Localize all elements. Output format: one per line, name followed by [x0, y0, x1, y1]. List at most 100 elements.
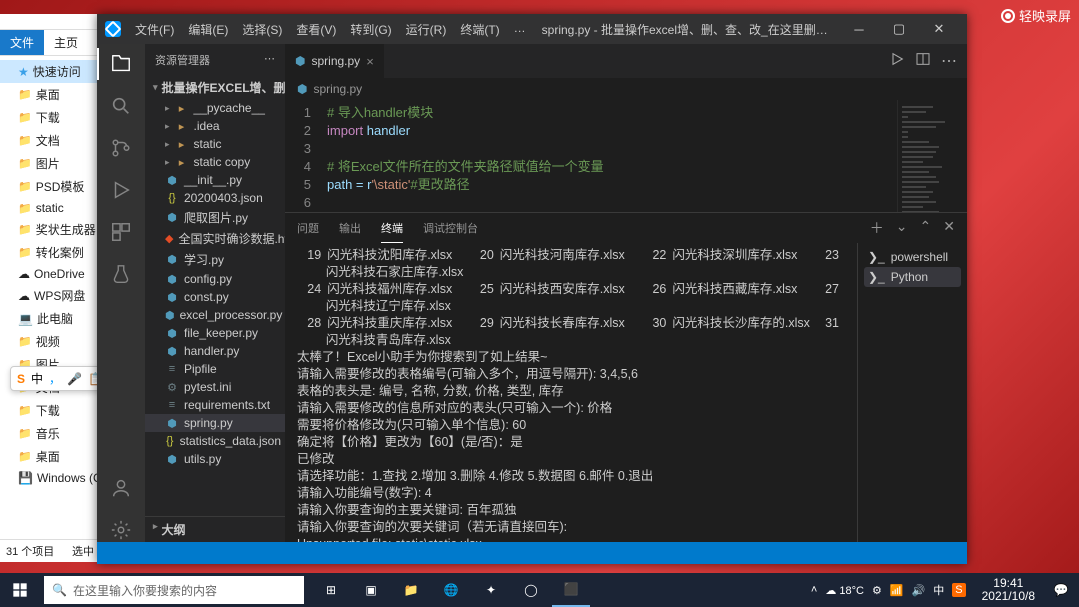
file-item[interactable]: {}statistics_data.json [145, 432, 285, 450]
breadcrumb[interactable]: ⬢ spring.py [285, 78, 967, 100]
file-item[interactable]: ⬢spring.py [145, 414, 285, 432]
file-item[interactable]: ▸▸static [145, 135, 285, 153]
vscode-titlebar[interactable]: 文件(F) 编辑(E) 选择(S) 查看(V) 转到(G) 运行(R) 终端(T… [97, 14, 967, 44]
edge-icon[interactable]: 🌐 [432, 573, 470, 607]
this-pc[interactable]: 💻 此电脑 [0, 307, 100, 330]
task-view-icon[interactable]: ⊞ [312, 573, 350, 607]
file-item[interactable]: ⬢handler.py [145, 342, 285, 360]
terminal[interactable]: 19闪光科技沈阳库存.xlsx20闪光科技河南库存.xlsx22闪光科技深圳库存… [285, 243, 857, 542]
menu-file[interactable]: 文件(F) [129, 21, 180, 38]
file-item[interactable]: ⬢config.py [145, 270, 285, 288]
quick-access[interactable]: 快速访问 [0, 60, 100, 83]
ime-lang[interactable]: 中 [31, 370, 43, 387]
wps-drive[interactable]: ☁ WPS网盘 [0, 284, 100, 307]
split-editor-icon[interactable] [915, 51, 931, 72]
explorer-item[interactable]: 下载 [0, 106, 100, 129]
menu-edit[interactable]: 编辑(E) [182, 21, 234, 38]
file-item[interactable]: {}20200403.json [145, 189, 285, 207]
menu-view[interactable]: 查看(V) [290, 21, 342, 38]
menu-terminal[interactable]: 终端(T) [454, 21, 505, 38]
taskbar-app-icon[interactable]: ▣ [352, 573, 390, 607]
maximize-button[interactable]: ▢ [879, 14, 919, 44]
explorer-pc-item[interactable]: 视频 [0, 330, 100, 353]
explorer-pc-item[interactable]: 💾 Windows (C [0, 468, 100, 488]
testing-icon[interactable] [109, 262, 133, 286]
extensions-icon[interactable] [109, 220, 133, 244]
menu-go[interactable]: 转到(G) [344, 21, 397, 38]
tray-ime-icon[interactable]: 中 [933, 582, 944, 598]
menu-run[interactable]: 运行(R) [400, 21, 453, 38]
explorer-item[interactable]: static [0, 198, 100, 218]
explorer-icon[interactable] [109, 52, 133, 76]
settings-icon[interactable] [109, 518, 133, 542]
search-icon[interactable] [109, 94, 133, 118]
file-item[interactable]: ≡requirements.txt [145, 396, 285, 414]
close-button[interactable]: ✕ [919, 14, 959, 44]
minimap[interactable] [897, 100, 967, 212]
account-icon[interactable] [109, 476, 133, 500]
maximize-panel-icon[interactable]: ⌃ [920, 212, 932, 244]
run-icon[interactable] [889, 51, 905, 72]
chrome-icon[interactable]: ◯ [512, 573, 550, 607]
explorer-item[interactable]: 奖状生成器 [0, 218, 100, 241]
file-item[interactable]: ⬢学习.py [145, 249, 285, 270]
tray-icon[interactable]: 🔊 [912, 584, 926, 597]
ime-mic-icon[interactable]: 🎤 [67, 372, 82, 386]
terminal-session[interactable]: ❯_Python [864, 267, 961, 287]
explorer-pc-item[interactable]: 音乐 [0, 422, 100, 445]
file-item[interactable]: ▸▸__pycache__ [145, 99, 285, 117]
source-control-icon[interactable] [109, 136, 133, 160]
taskbar-clock[interactable]: 19:41 2021/10/8 [974, 577, 1043, 603]
file-item[interactable]: ⬢__init__.py [145, 171, 285, 189]
file-item[interactable]: ⬢utils.py [145, 450, 285, 468]
explorer-pc-item[interactable]: 下载 [0, 399, 100, 422]
editor-tab[interactable]: ⬢ spring.py × [285, 44, 385, 78]
terminal-dropdown-icon[interactable]: ⌄ [896, 212, 908, 244]
file-explorer-icon[interactable]: 📁 [392, 573, 430, 607]
menu-selection[interactable]: 选择(S) [236, 21, 288, 38]
vscode-menu[interactable]: 文件(F) 编辑(E) 选择(S) 查看(V) 转到(G) 运行(R) 终端(T… [129, 21, 532, 38]
code-content[interactable]: # 导入handler模块 import handler # 将Excel文件所… [321, 100, 897, 212]
vscode-taskbar-icon[interactable]: ⬛ [552, 573, 590, 607]
explorer-item[interactable]: 图片 [0, 152, 100, 175]
file-item[interactable]: ⬢const.py [145, 288, 285, 306]
file-item[interactable]: ⬢爬取图片.py [145, 207, 285, 228]
file-item[interactable]: ▸▸static copy [145, 153, 285, 171]
code-editor[interactable]: 12345678 # 导入handler模块 import handler # … [285, 100, 967, 212]
panel-tab-terminal[interactable]: 终端 [381, 214, 403, 243]
status-bar[interactable] [97, 542, 967, 564]
outline-label[interactable]: 大纲 [162, 521, 186, 538]
explorer-item[interactable]: 文档 [0, 129, 100, 152]
file-item[interactable]: ≡Pipfile [145, 360, 285, 378]
tray-sogou-icon[interactable]: S [952, 583, 965, 597]
file-item[interactable]: ⬢file_keeper.py [145, 324, 285, 342]
minimize-button[interactable]: ─ [839, 14, 879, 44]
close-panel-icon[interactable]: ✕ [943, 212, 955, 244]
file-item[interactable]: ⚙pytest.ini [145, 378, 285, 396]
panel-tab-output[interactable]: 输出 [339, 214, 361, 242]
tab-close-icon[interactable]: × [366, 54, 374, 69]
file-item[interactable]: ▸▸.idea [145, 117, 285, 135]
weather-widget[interactable]: ☁ 18°C [825, 584, 864, 597]
explorer-item[interactable]: 转化案例 [0, 241, 100, 264]
new-terminal-icon[interactable]: ＋ [870, 212, 884, 244]
start-button[interactable] [0, 582, 40, 598]
onedrive[interactable]: ☁ OneDrive [0, 264, 100, 284]
copilot-icon[interactable]: ✦ [472, 573, 510, 607]
panel-tab-problems[interactable]: 问题 [297, 214, 319, 242]
taskbar-search[interactable]: 🔍 在这里输入你要搜索的内容 [44, 576, 304, 604]
panel-tab-debug[interactable]: 调试控制台 [423, 214, 478, 242]
explorer-tab-file[interactable]: 文件 [0, 30, 44, 55]
menu-more[interactable]: … [508, 21, 532, 38]
tray-icon[interactable]: ⚙ [872, 584, 882, 597]
explorer-item[interactable]: 桌面 [0, 83, 100, 106]
notification-icon[interactable]: 💬 [1043, 583, 1079, 597]
file-item[interactable]: ⬢excel_processor.py [145, 306, 285, 324]
file-item[interactable]: ◆全国实时确诊数据.html [145, 228, 285, 249]
debug-icon[interactable] [109, 178, 133, 202]
sidebar-more-icon[interactable]: ⋯ [264, 52, 275, 68]
explorer-item[interactable]: PSD模板 [0, 175, 100, 198]
explorer-tab-home[interactable]: 主页 [44, 30, 88, 55]
workspace-root[interactable]: 批量操作EXCEL增、删、查… [162, 79, 285, 96]
tray-icon[interactable]: 📶 [890, 584, 904, 597]
